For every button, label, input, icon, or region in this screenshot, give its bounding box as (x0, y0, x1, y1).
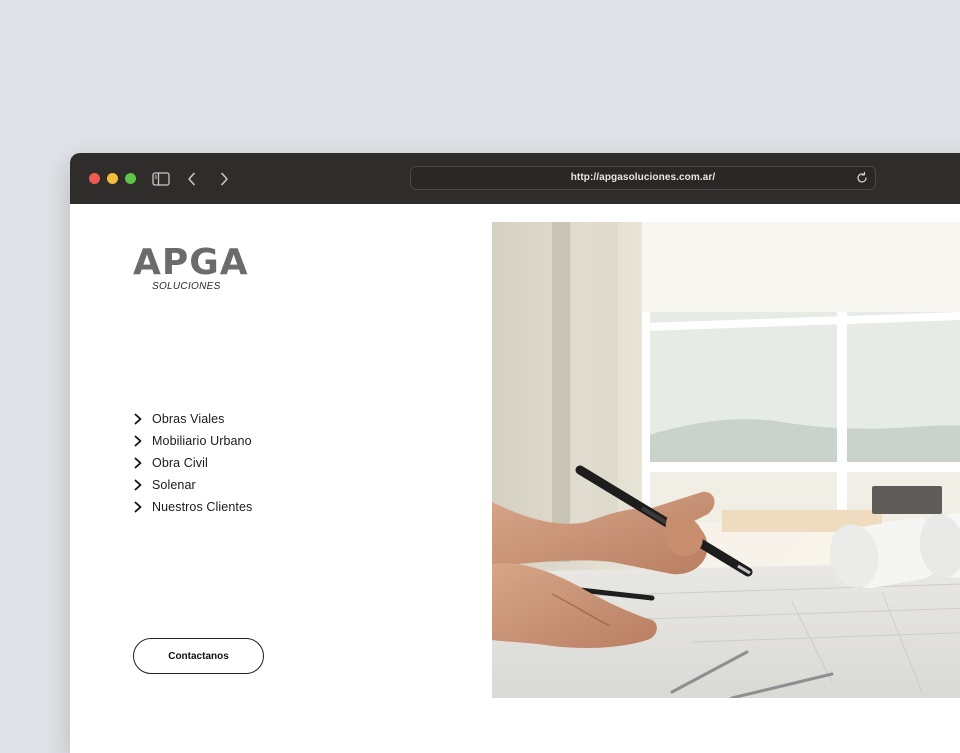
main-navigation: Obras Viales Mobiliario Urbano Obra Civi… (133, 408, 252, 518)
nav-item-label[interactable]: Nuestros Clientes (152, 500, 252, 514)
address-bar-url[interactable]: http://apgasoluciones.com.ar/ (411, 172, 875, 183)
chevron-right-icon (133, 457, 145, 469)
nav-item-nuestros-clientes[interactable]: Nuestros Clientes (133, 496, 252, 518)
nav-item-label[interactable]: Obra Civil (152, 456, 208, 470)
address-bar[interactable]: http://apgasoluciones.com.ar/ (410, 166, 876, 190)
nav-item-mobiliario-urbano[interactable]: Mobiliario Urbano (133, 430, 252, 452)
chevron-right-icon (133, 479, 145, 491)
chevron-right-icon (133, 435, 145, 447)
logo-wordmark: APGA (133, 242, 249, 283)
sidebar-toggle-icon[interactable] (151, 169, 171, 189)
nav-item-obra-civil[interactable]: Obra Civil (133, 452, 252, 474)
browser-titlebar: http://apgasoluciones.com.ar/ (70, 153, 960, 204)
contact-button[interactable]: Contactanos (133, 638, 264, 674)
page-content: APGA SOLUCIONES Obras Viales Mobiliario … (70, 204, 960, 753)
reload-icon[interactable] (855, 171, 869, 185)
chevron-right-icon (133, 501, 145, 513)
chevron-left-icon[interactable] (182, 169, 202, 189)
close-window-button[interactable] (89, 173, 100, 184)
nav-item-solenar[interactable]: Solenar (133, 474, 252, 496)
chevron-right-icon (133, 413, 145, 425)
hero-image (492, 222, 960, 698)
nav-item-label[interactable]: Mobiliario Urbano (152, 434, 252, 448)
nav-item-label[interactable]: Solenar (152, 478, 196, 492)
browser-window: http://apgasoluciones.com.ar/ APGA SOLUC… (70, 153, 960, 753)
nav-item-label[interactable]: Obras Viales (152, 412, 225, 426)
logo-tagline: SOLUCIONES (152, 281, 221, 292)
nav-item-obras-viales[interactable]: Obras Viales (133, 408, 252, 430)
maximize-window-button[interactable] (125, 173, 136, 184)
site-logo[interactable]: APGA SOLUCIONES (133, 244, 248, 294)
minimize-window-button[interactable] (107, 173, 118, 184)
chevron-right-icon[interactable] (214, 169, 234, 189)
hero-photo-illustration (492, 222, 960, 698)
